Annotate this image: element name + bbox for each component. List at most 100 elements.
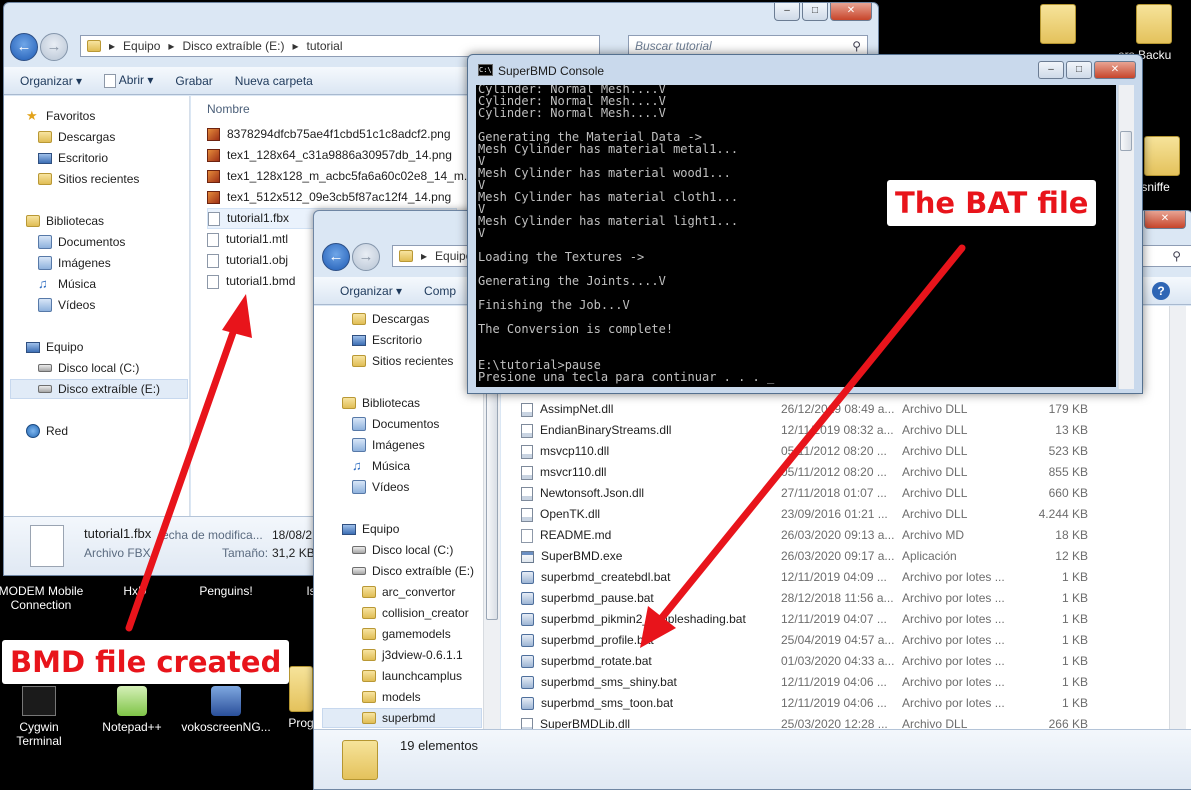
chevron-right-icon: ▸ (292, 39, 299, 53)
help-icon[interactable]: ? (1152, 282, 1170, 300)
minimize-button[interactable]: – (1038, 61, 1064, 79)
console-scrollbar[interactable] (1118, 85, 1134, 389)
desktop-icon-modem[interactable]: MODEM Mobile Connection (0, 584, 84, 612)
file-row[interactable]: 8378294dfcb75ae4f1cbd51c1c8adcf2.png (207, 124, 457, 145)
nav-images[interactable]: Imágenes (352, 435, 425, 455)
nav-videos[interactable]: Vídeos (38, 295, 95, 315)
file-type: Archivo DLL (902, 465, 968, 479)
nav-favorites[interactable]: ★ Favoritos (26, 106, 95, 126)
nav-images[interactable]: Imágenes (38, 253, 111, 273)
file-row[interactable]: superbmd_pause.bat (521, 588, 771, 609)
nav-libraries[interactable]: Bibliotecas (26, 211, 104, 231)
nav-libraries[interactable]: Bibliotecas (342, 393, 420, 413)
nav-folder-j3dview-0-6-1-1[interactable]: j3dview-0.6.1.1 (362, 645, 463, 665)
file-row[interactable]: msvcr110.dll (521, 462, 771, 483)
back-button[interactable]: ← (322, 243, 350, 271)
desktop-folder-1[interactable] (1030, 4, 1086, 48)
desktop-icon-label: Penguins! (199, 584, 253, 598)
maximize-button[interactable]: □ (802, 3, 828, 21)
file-name: README.md (540, 528, 612, 542)
minimize-button[interactable]: – (774, 3, 800, 21)
nav-desktop[interactable]: Escritorio (352, 330, 422, 350)
new-folder-button[interactable]: Nueva carpeta (235, 74, 313, 88)
nav-folder-superbmd[interactable]: superbmd (322, 708, 482, 728)
column-header-name[interactable]: Nombre (207, 102, 250, 116)
desktop-icon-penguins[interactable]: Penguins! (186, 584, 266, 598)
file-row[interactable]: OpenTK.dll (521, 504, 771, 525)
png-icon (207, 191, 220, 204)
file-type: Archivo por lotes ... (902, 696, 1005, 710)
nav-folder-models[interactable]: models (362, 687, 421, 707)
nav-videos[interactable]: Vídeos (352, 477, 409, 497)
nav-folder-launchcamplus[interactable]: launchcamplus (362, 666, 462, 686)
organize-button[interactable]: Organizar ▾ (340, 284, 402, 298)
file-row[interactable]: Newtonsoft.Json.dll (521, 483, 771, 504)
nav-local-disk[interactable]: Disco local (C:) (352, 540, 453, 560)
nav-downloads[interactable]: Descargas (352, 309, 429, 329)
file-row[interactable]: SuperBMD.exe (521, 546, 771, 567)
file-date: 25/04/2019 04:57 a... (781, 633, 895, 647)
nav-documents[interactable]: Documentos (352, 414, 439, 434)
desktop-icon-label: Cygwin Terminal (16, 720, 62, 748)
console-output[interactable]: Cylinder: Normal Mesh....V Cylinder: Norm… (476, 85, 1116, 387)
file-type: Archivo por lotes ... (902, 570, 1005, 584)
nav-network[interactable]: Red (26, 421, 68, 441)
nav-documents[interactable]: Documentos (38, 232, 125, 252)
open-button[interactable]: Abrir ▾ (104, 73, 153, 88)
desktop-icon-vokoscreen[interactable]: vokoscreenNG... (180, 686, 272, 734)
nav-folder-arc-convertor[interactable]: arc_convertor (362, 582, 455, 602)
nav-recent[interactable]: Sitios recientes (38, 169, 139, 189)
nav-local-disk[interactable]: Disco local (C:) (38, 358, 139, 378)
file-row[interactable]: superbmd_profile.bat (521, 630, 771, 651)
nav-folder-collision-creator[interactable]: collision_creator (362, 603, 469, 623)
desktop-icon-cygwin[interactable]: Cygwin Terminal (0, 686, 78, 748)
folder-icon (362, 712, 376, 724)
breadcrumb-item[interactable]: tutorial (307, 39, 343, 53)
nav-folder-gamemodels[interactable]: gamemodels (362, 624, 451, 644)
nav-music[interactable]: ♫ Música (38, 274, 96, 294)
nav-downloads[interactable]: Descargas (38, 127, 115, 147)
back-button[interactable]: ← (10, 33, 38, 61)
nav-removable-disk[interactable]: Disco extraíble (E:) (352, 561, 474, 581)
file-row[interactable]: msvcp110.dll (521, 441, 771, 462)
breadcrumb-item[interactable]: Equipo (123, 39, 160, 53)
scroll-thumb[interactable] (1120, 131, 1132, 151)
compat-button[interactable]: Comp (424, 284, 456, 298)
details-size-label: Tamaño: (222, 546, 269, 560)
file-row[interactable]: tex1_128x128_m_acbc5fa6a60c02e8_14_m... (207, 166, 474, 187)
file-row[interactable]: tex1_128x64_c31a9886a30957db_14.png (207, 145, 457, 166)
nav-computer[interactable]: Equipo (342, 519, 399, 539)
file-row[interactable]: tex1_512x512_09e3cb5f87ac12f4_14.png (207, 187, 457, 208)
file-type: Archivo por lotes ... (902, 633, 1005, 647)
file-list-scrollbar[interactable] (1169, 306, 1186, 729)
nav-computer[interactable]: Equipo (26, 337, 83, 357)
close-button[interactable]: ✕ (1144, 211, 1186, 229)
bmd-file-callout: BMD file created (2, 640, 290, 684)
file-row[interactable]: superbmd_sms_toon.bat (521, 693, 771, 714)
file-row[interactable]: superbmd_pikmin2_simpleshading.bat (521, 609, 771, 630)
desktop-icon-label: vokoscreenNG... (181, 720, 271, 734)
desktop-icon-notepadpp[interactable]: Notepad++ (92, 686, 172, 734)
file-row[interactable]: superbmd_sms_shiny.bat (521, 672, 771, 693)
file-size: 1 KB (1061, 591, 1088, 605)
desktop-icon-hxd[interactable]: HxD (110, 584, 160, 598)
burn-button[interactable]: Grabar (175, 74, 212, 88)
nav-removable-disk[interactable]: Disco extraíble (E:) (10, 379, 188, 399)
file-row[interactable]: README.md (521, 525, 771, 546)
folder-icon (87, 40, 101, 52)
file-row[interactable]: superbmd_rotate.bat (521, 651, 771, 672)
nav-music[interactable]: ♫ Música (352, 456, 410, 476)
file-row[interactable]: EndianBinaryStreams.dll (521, 420, 771, 441)
close-button[interactable]: ✕ (1094, 61, 1136, 79)
nav-recent[interactable]: Sitios recientes (352, 351, 453, 371)
breadcrumb-item[interactable]: Disco extraíble (E:) (182, 39, 284, 53)
forward-button[interactable]: → (352, 243, 380, 271)
organize-button[interactable]: Organizar ▾ (20, 74, 82, 88)
close-button[interactable]: ✕ (830, 3, 872, 21)
maximize-button[interactable]: □ (1066, 61, 1092, 79)
file-row[interactable]: AssimpNet.dll (521, 399, 771, 420)
nav-desktop[interactable]: Escritorio (38, 148, 108, 168)
file-row[interactable]: superbmd_createbdl.bat (521, 567, 771, 588)
forward-button[interactable]: → (40, 33, 68, 61)
chevron-right-icon: ▸ (168, 39, 175, 53)
